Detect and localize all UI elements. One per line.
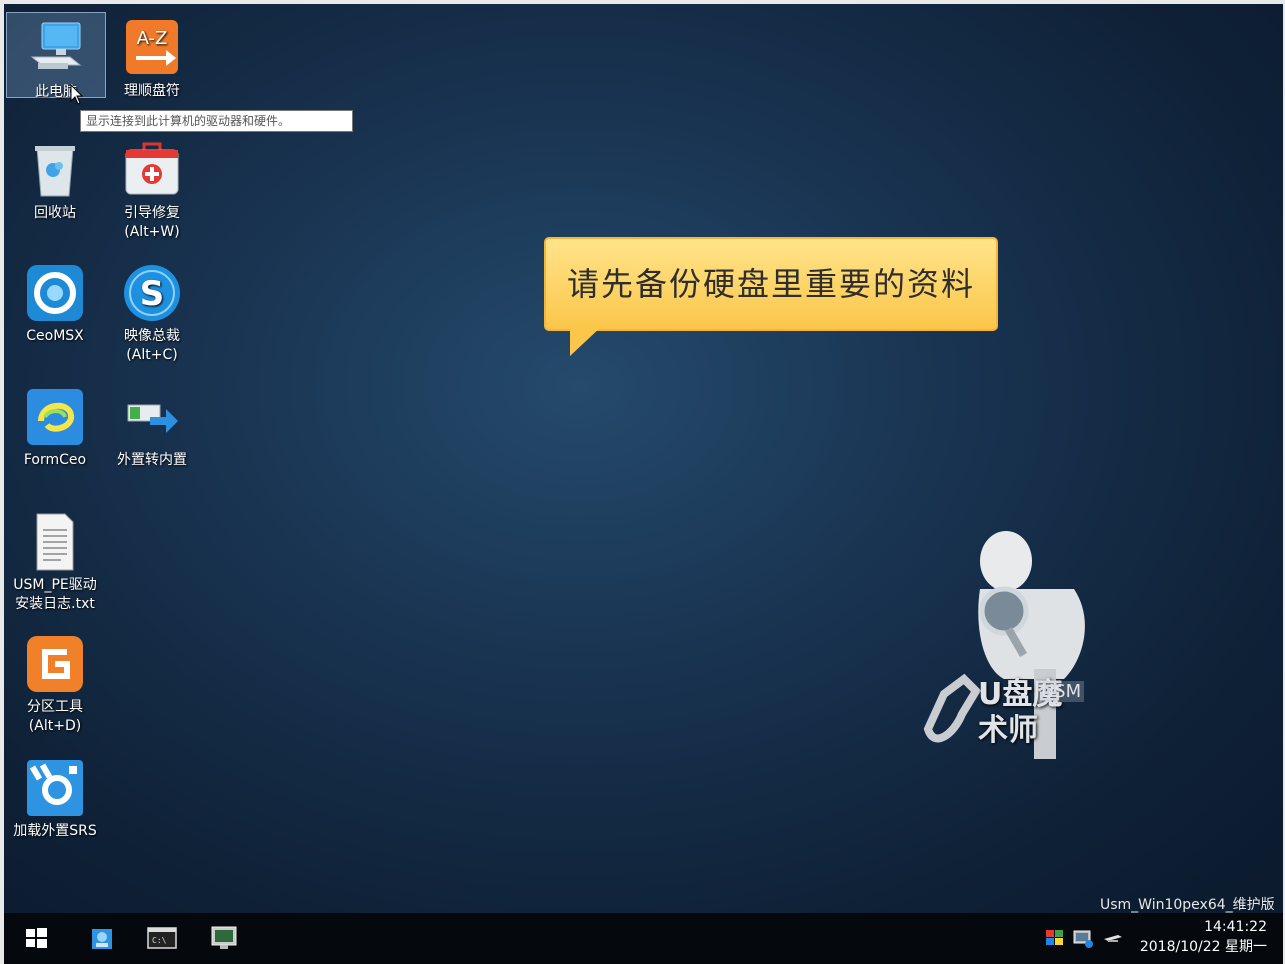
taskbar-terminal-button[interactable]: C:\ [142, 921, 182, 955]
terminal-icon: C:\ [147, 927, 177, 949]
version-label: Usm_Win10pex64_维护版 [1100, 897, 1275, 913]
callout-bubble: 请先备份硬盘里重要的资料 [544, 237, 998, 331]
image-tool-icon: S [122, 263, 182, 323]
desktop-icon-ceomsx[interactable]: CeoMSX [6, 257, 104, 346]
desktop-icon-convert[interactable]: 外置转内置 [103, 381, 201, 470]
usm-logo: U盘魔术师 USM [914, 519, 1114, 769]
desktop-icon-formceo[interactable]: FormCeo [6, 381, 104, 470]
icon-label: 理顺盘符 [124, 83, 180, 99]
icon-label-line2: 安装日志.txt [15, 596, 95, 612]
usb-icon [1104, 935, 1122, 942]
callout-tail [568, 326, 604, 362]
clock-date: 2018/10/22 星期一 [1139, 939, 1267, 955]
tray-network-button[interactable] [1072, 927, 1094, 949]
start-icon [26, 928, 47, 948]
icon-label: 映像总裁 [124, 328, 180, 344]
flag-icon [1046, 930, 1063, 945]
desktop-icon-recycle-bin[interactable]: 回收站 [6, 134, 104, 223]
desktop: 此电脑 回收站 CeoMSX FormCeo USM_PE驱动 安装日志.txt… [4, 4, 1283, 913]
icon-label-line2: (Alt+W) [124, 224, 180, 240]
recycle-bin-icon [25, 140, 85, 200]
icon-label: FormCeo [23, 452, 87, 468]
text-file-icon [25, 512, 85, 572]
icon-label: 外置转内置 [117, 452, 187, 468]
icon-label: 引导修复 [124, 205, 180, 221]
boot-repair-icon [122, 140, 182, 200]
convert-icon [122, 387, 182, 447]
tray-flag-button[interactable] [1044, 927, 1066, 949]
mouse-cursor-icon [70, 83, 84, 110]
icon-label: 此电脑 [35, 84, 77, 100]
formceo-icon [25, 387, 85, 447]
load-srs-icon [25, 758, 85, 818]
taskbar: C:\ 14:41:22 2018/10/22 星期一 [4, 913, 1283, 964]
start-button[interactable] [16, 921, 56, 955]
taskbar-clock[interactable]: 14:41:22 2018/10/22 星期一 [1140, 917, 1267, 957]
svg-text:S: S [140, 274, 165, 314]
desktop-icon-load-srs[interactable]: 加载外置SRS [6, 752, 104, 841]
clock-time: 14:41:22 [1204, 919, 1267, 935]
icon-label: 回收站 [34, 205, 76, 221]
desktop-icon-this-pc[interactable]: 此电脑 [6, 12, 106, 100]
svg-text:C:\: C:\ [152, 936, 167, 945]
taskbar-monitor-button[interactable] [204, 921, 244, 955]
network-icon [1073, 930, 1093, 948]
monitor-icon [211, 926, 237, 949]
drive-letter-icon: A-Z [122, 18, 182, 78]
icon-label: CeoMSX [26, 328, 84, 344]
icon-label: USM_PE驱动 [13, 577, 97, 593]
desktop-icon-image-tool[interactable]: S 映像总裁 (Alt+C) [103, 257, 201, 365]
icon-label: 加载外置SRS [13, 823, 97, 839]
computer-icon [26, 19, 86, 79]
desktop-icon-drive-letter[interactable]: A-Z 理顺盘符 [103, 12, 201, 101]
icon-label: 分区工具 [27, 699, 83, 715]
svg-text:A-Z: A-Z [137, 28, 168, 49]
ceomsx-icon [25, 263, 85, 323]
tray-usb-button[interactable] [1102, 927, 1124, 949]
desktop-icon-driver-log[interactable]: USM_PE驱动 安装日志.txt [6, 506, 104, 614]
icon-label-line2: (Alt+D) [28, 718, 82, 734]
taskbar-setup-button[interactable] [82, 921, 122, 955]
setup-icon [92, 929, 112, 949]
icon-label-line2: (Alt+C) [126, 347, 178, 363]
desktop-icon-boot-repair[interactable]: 引导修复 (Alt+W) [103, 134, 201, 242]
logo-badge: USM [1038, 681, 1085, 702]
tooltip: 显示连接到此计算机的驱动器和硬件。 [80, 110, 353, 132]
partition-tool-icon [25, 634, 85, 694]
desktop-icon-partition-tool[interactable]: 分区工具 (Alt+D) [6, 628, 104, 736]
